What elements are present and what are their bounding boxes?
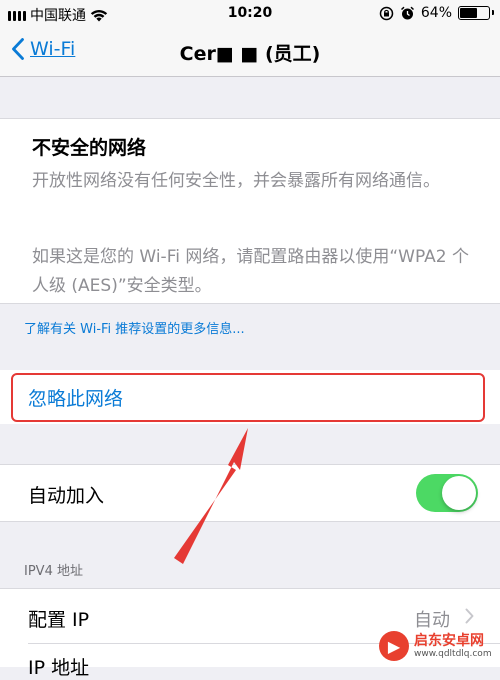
auto-join-toggle[interactable]: [416, 474, 478, 512]
page-title: Cer■ ■ (员工): [179, 43, 321, 65]
watermark-text: 启东安卓网 www.qdltdlq.com: [414, 633, 492, 660]
configure-ip-label: 配置 IP: [28, 609, 90, 631]
alarm-icon: [400, 6, 414, 19]
nav-bar: Wi-Fi Cer■ ■ (员工): [0, 28, 500, 77]
status-bar: 中国联通 10:20 64%: [0, 0, 500, 28]
watermark-url: www.qdltdlq.com: [414, 648, 492, 659]
security-info-card: 不安全的网络 开放性网络没有任何安全性，并会暴露所有网络通信。 如果这是您的 W…: [0, 118, 500, 304]
security-title: 不安全的网络: [32, 137, 147, 159]
battery-percent: 64%: [420, 5, 452, 21]
ipv4-section-header: IPV4 地址: [24, 564, 83, 579]
annotation-highlight-box: [11, 373, 485, 422]
status-right: 64%: [379, 5, 494, 21]
auto-join-row: 自动加入: [0, 464, 500, 522]
chevron-right-icon: [465, 608, 474, 624]
security-advice: 如果这是您的 Wi-Fi 网络，请配置路由器以使用“WPA2 个人级 (AES)…: [32, 247, 469, 296]
battery-icon: [458, 6, 494, 20]
watermark: ▶ 启东安卓网 www.qdltdlq.com: [379, 629, 494, 663]
orientation-lock-icon: [379, 6, 394, 20]
toggle-knob: [442, 476, 476, 510]
auto-join-label: 自动加入: [28, 485, 105, 507]
learn-more-link[interactable]: 了解有关 Wi-Fi 推荐设置的更多信息...: [24, 318, 245, 337]
watermark-logo-icon: ▶: [379, 631, 409, 661]
security-description: 开放性网络没有任何安全性，并会暴露所有网络通信。: [32, 171, 440, 191]
watermark-name: 启东安卓网: [414, 632, 484, 649]
